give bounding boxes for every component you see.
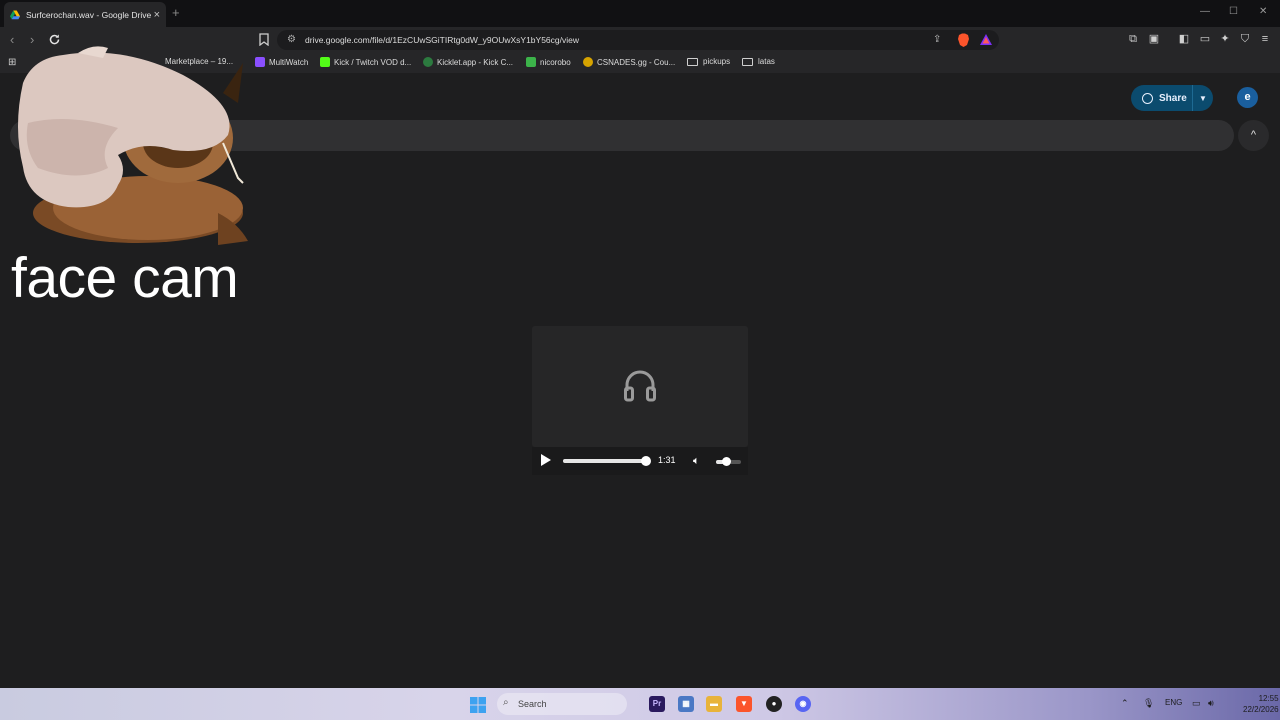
speaker-icon[interactable]: 🔊︎	[1208, 698, 1214, 709]
bookmark-label: Kicklet.app - Kick C...	[437, 57, 514, 67]
address-bar[interactable]: ⚙ drive.google.com/file/d/1EzCUwSGiTIRtg…	[277, 30, 999, 50]
clock-date: 22/2/2026	[1243, 705, 1279, 714]
bookmark-label: nicorobo	[540, 57, 571, 67]
menu-icon[interactable]: ≡	[1259, 33, 1271, 45]
back-icon[interactable]: ‹	[10, 32, 14, 47]
bookmark-item[interactable]: nicorobo	[526, 57, 571, 67]
face-cam-overlay-image	[18, 46, 248, 245]
tab-strip: Surfcerochan.wav - Google Drive × + — ☐ …	[0, 0, 1280, 27]
tab-close-icon[interactable]: ×	[154, 9, 160, 21]
csnades-icon	[583, 57, 593, 67]
folder-icon	[687, 57, 698, 66]
premiere-pro-icon[interactable]: Pr	[649, 696, 665, 712]
brave-shields-icon[interactable]	[957, 33, 970, 47]
bookmark-item[interactable]: CSNADES.gg - Cou...	[583, 57, 675, 67]
tab-title: Surfcerochan.wav - Google Drive	[26, 9, 152, 20]
play-icon[interactable]	[541, 454, 551, 466]
folder-icon	[742, 57, 753, 66]
taskbar-search-label: Search	[518, 699, 547, 709]
extensions-icon[interactable]: ⧉	[1127, 33, 1139, 45]
search-icon: ⌕	[503, 697, 509, 708]
seek-slider[interactable]	[563, 456, 651, 466]
discord-icon[interactable]: ◉	[795, 696, 811, 712]
bookmark-label: pickups	[703, 57, 731, 66]
face-cam-caption: face cam	[11, 246, 239, 310]
vpn-icon[interactable]: ⛉	[1239, 33, 1251, 45]
share-label: Share	[1159, 92, 1187, 104]
apps-grid-icon[interactable]: ⊞	[8, 57, 16, 68]
close-window-button[interactable]: ✕	[1259, 6, 1267, 17]
tab-google-drive[interactable]: Surfcerochan.wav - Google Drive ×	[4, 2, 166, 27]
maximize-button[interactable]: ☐	[1229, 6, 1238, 17]
tray-overflow-icon[interactable]: ⌃	[1121, 698, 1129, 709]
url-text: drive.google.com/file/d/1EzCUwSGiTIRtg0d…	[305, 35, 580, 45]
sidebar-icon[interactable]: ◧	[1178, 33, 1190, 45]
brave-rewards-icon[interactable]	[980, 34, 992, 45]
windows-taskbar: ⌕ Search Pr ▦ ▬ ▼ ● ◉ ⌃ 🎙︎ ENG ▭ 🔊︎ 12:5…	[0, 688, 1280, 720]
wallet-icon[interactable]: ▭	[1199, 33, 1211, 45]
language-indicator[interactable]: ENG	[1165, 698, 1182, 707]
globe-icon	[1142, 92, 1153, 104]
bookmark-icon[interactable]	[259, 33, 269, 46]
bookmark-label: Kick / Twitch VOD d...	[334, 57, 412, 67]
share-dropdown-icon[interactable]: ▼	[1193, 94, 1213, 103]
site-info-icon[interactable]: ⚙	[287, 34, 296, 45]
clock-time: 12:55	[1258, 694, 1279, 703]
bookmark-folder[interactable]: pickups	[687, 57, 730, 66]
audio-preview-card	[532, 326, 748, 447]
bookmark-label: CSNADES.gg - Cou...	[597, 57, 676, 67]
store-icon[interactable]: ▦	[678, 696, 694, 712]
headphones-icon	[624, 370, 656, 402]
kicklet-icon	[423, 57, 433, 67]
file-explorer-icon[interactable]: ▬	[706, 696, 722, 712]
volume-icon[interactable]: 🔈︎	[693, 455, 700, 468]
audio-player: 1:31 🔈︎	[532, 326, 748, 546]
bookmark-label: MultiWatch	[269, 57, 309, 67]
bookmark-folder[interactable]: latas	[742, 57, 775, 66]
kick-icon	[320, 57, 330, 67]
collapse-button[interactable]: ^	[1238, 120, 1269, 151]
leo-ai-icon[interactable]: ✦	[1219, 33, 1231, 45]
network-icon[interactable]: ▭	[1192, 698, 1201, 709]
share-page-icon[interactable]: ⇪	[933, 34, 941, 45]
google-drive-icon	[10, 10, 20, 19]
bookmark-label: latas	[758, 57, 775, 66]
share-button[interactable]: Share ▼	[1131, 85, 1213, 111]
avatar[interactable]: e	[1237, 87, 1258, 108]
bookmark-item[interactable]: Kicklet.app - Kick C...	[423, 57, 513, 67]
minimize-button[interactable]: —	[1200, 6, 1210, 17]
new-tab-button[interactable]: +	[172, 5, 180, 20]
seek-progress	[563, 459, 649, 463]
obs-icon[interactable]: ●	[766, 696, 782, 712]
player-controls: 1:31 🔈︎	[532, 447, 748, 475]
taskbar-search[interactable]: ⌕ Search	[497, 693, 627, 715]
seek-handle[interactable]	[641, 456, 651, 466]
microphone-icon[interactable]: 🎙︎	[1143, 698, 1154, 709]
volume-slider[interactable]	[716, 457, 741, 466]
windows-start-icon[interactable]	[470, 697, 486, 713]
brave-icon[interactable]: ▼	[736, 696, 752, 712]
playback-time: 1:31	[658, 455, 676, 465]
multiwatch-icon	[255, 57, 265, 67]
bookmark-item[interactable]: Kick / Twitch VOD d...	[320, 57, 411, 67]
volume-handle[interactable]	[721, 457, 731, 466]
nicorobo-icon	[526, 57, 536, 67]
bookmark-item[interactable]: MultiWatch	[255, 57, 308, 67]
system-clock[interactable]: 12:55 22/2/2026	[1243, 693, 1279, 715]
downloads-icon[interactable]: ▣	[1148, 33, 1160, 45]
